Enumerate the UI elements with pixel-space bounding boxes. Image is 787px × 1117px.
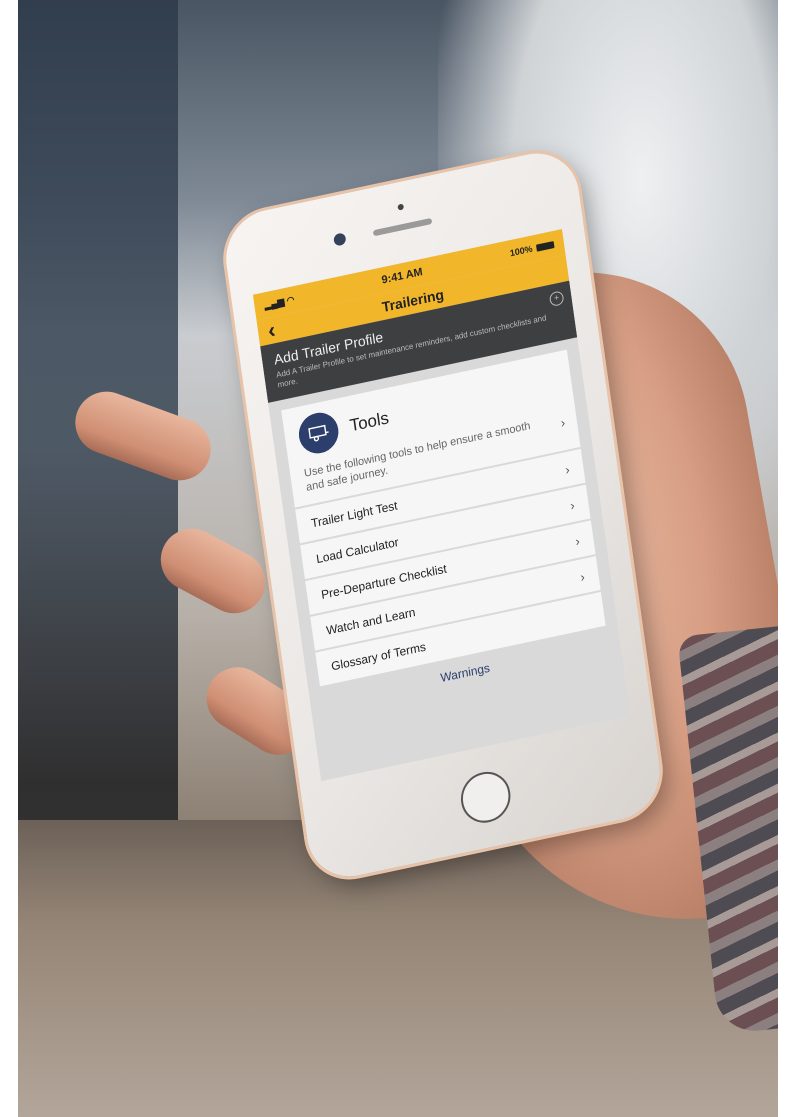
background-photo: ▂▄▆ ◠ 9:41 AM 100% ‹ Trailering Add Trai… (18, 0, 778, 1117)
chevron-right-icon: › (569, 496, 576, 513)
status-time: 9:41 AM (380, 265, 424, 287)
battery-percent: 100% (509, 243, 534, 259)
chevron-right-icon: › (564, 461, 571, 478)
phone-screen: ▂▄▆ ◠ 9:41 AM 100% ‹ Trailering Add Trai… (252, 229, 631, 782)
signal-wifi-icon: ▂▄▆ ◠ (263, 293, 296, 311)
chevron-right-icon: › (574, 532, 581, 549)
trailer-icon (296, 409, 342, 458)
chevron-right-icon: › (559, 414, 566, 431)
add-circle-icon[interactable]: + (548, 290, 565, 308)
battery-status: 100% (509, 239, 555, 259)
tools-title: Tools (348, 408, 391, 436)
tool-item-label: Load Calculator (315, 534, 400, 567)
chevron-right-icon: › (579, 568, 586, 585)
battery-icon (535, 240, 555, 252)
tool-item-label: Glossary of Terms (330, 639, 427, 674)
trailer-icon-glyph (308, 424, 329, 442)
tool-item-label: Trailer Light Test (310, 498, 399, 531)
